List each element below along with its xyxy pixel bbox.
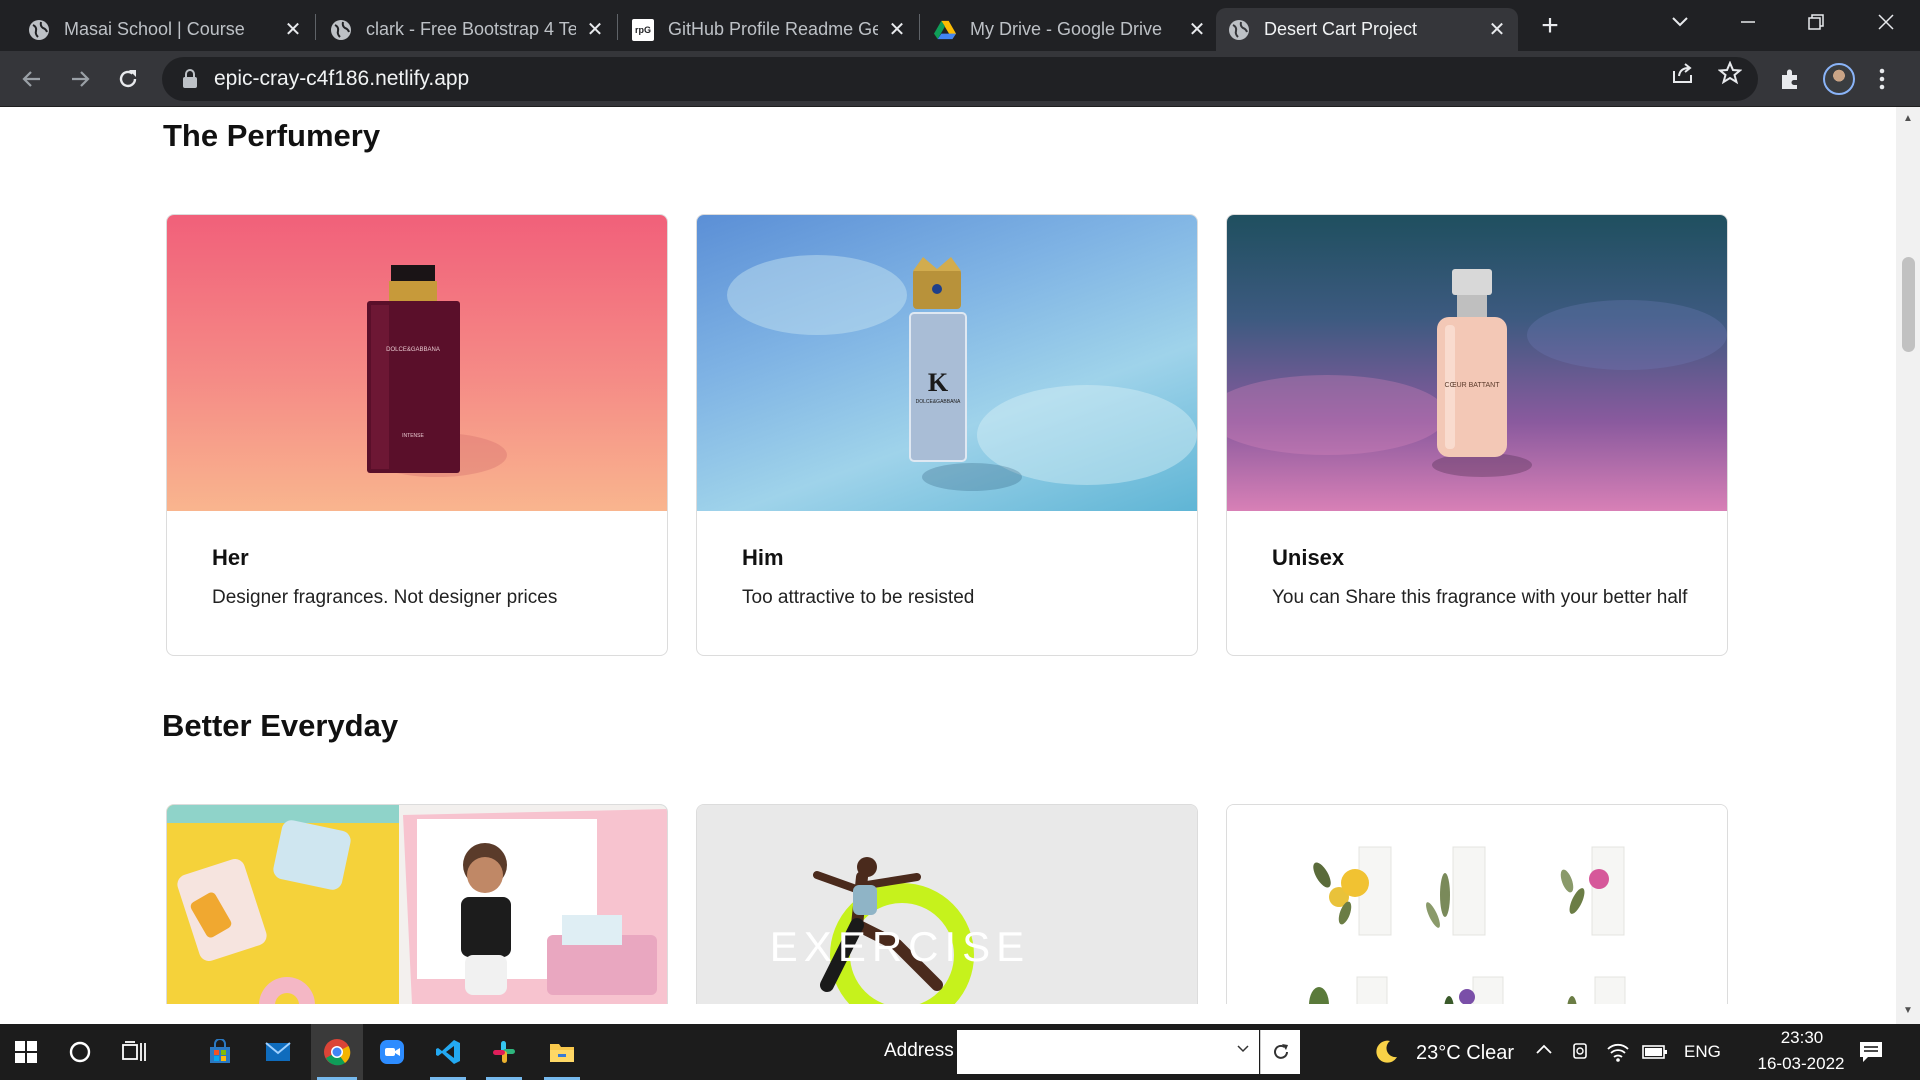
cortana-search-icon[interactable] <box>56 1024 104 1080</box>
restore-icon[interactable] <box>1786 0 1846 44</box>
language-indicator[interactable]: ENG <box>1684 1042 1721 1062</box>
baby-diapers-image <box>167 805 667 1004</box>
bottle-brand-text: CŒUR BATTANT <box>1445 382 1501 389</box>
card-text-him: Too attractive to be resisted <box>742 587 975 608</box>
window-close-icon[interactable] <box>1856 0 1916 44</box>
everyday-card-exercise[interactable]: EXERCISE <box>696 804 1198 1004</box>
wifi-icon[interactable] <box>1606 1040 1630 1064</box>
page-scrollbar[interactable]: ▲ ▼ <box>1896 107 1920 1024</box>
perfume-her-image: DOLCE&GABBANA INTENSE <box>167 215 667 511</box>
forward-arrow-icon[interactable] <box>64 63 96 95</box>
globe-icon <box>1228 19 1250 41</box>
share-icon[interactable] <box>1670 61 1696 87</box>
page-viewport: The Perfumery DOLCE&GABBANA INTENSE Her … <box>0 107 1896 1024</box>
tab-github-profile-readme[interactable]: rpG GitHub Profile Readme Ge ✕ <box>620 8 918 51</box>
globe-icon <box>28 19 50 41</box>
address-bar[interactable]: epic-cray-c4f186.netlify.app <box>162 57 1758 101</box>
perfume-card-unisex[interactable]: CŒUR BATTANT Unisex You can Share this f… <box>1226 214 1728 656</box>
close-tab-icon[interactable]: ✕ <box>1186 19 1208 41</box>
rpg-favicon: rpG <box>632 18 654 41</box>
everyday-card-herbal[interactable] <box>1226 804 1728 1004</box>
section-title-better-everyday: Better Everyday <box>162 708 399 743</box>
tab-clark-bootstrap[interactable]: clark - Free Bootstrap 4 Te ✕ <box>318 8 616 51</box>
tab-google-drive[interactable]: My Drive - Google Drive ✕ <box>922 8 1218 51</box>
card-heading-unisex: Unisex <box>1272 545 1345 570</box>
perfume-him-image: K DOLCE&GABBANA <box>697 215 1197 511</box>
tab-title: My Drive - Google Drive <box>970 19 1163 39</box>
clock-time[interactable]: 23:30 <box>1760 1028 1844 1048</box>
address-toolbar-input[interactable] <box>957 1030 1259 1074</box>
tab-search-chevron-icon[interactable] <box>1650 0 1710 44</box>
bookmark-star-icon[interactable] <box>1717 60 1743 87</box>
card-heading-him: Him <box>742 545 784 570</box>
tab-title: GitHub Profile Readme Ge <box>668 19 878 39</box>
weather-moon-icon[interactable] <box>1372 1038 1400 1066</box>
section-title-perfumery: The Perfumery <box>163 118 381 153</box>
tab-separator <box>617 14 618 40</box>
address-toolbar-label: Address <box>884 1040 954 1061</box>
address-go-refresh-icon[interactable] <box>1260 1030 1300 1074</box>
tab-desert-cart-project[interactable]: Desert Cart Project ✕ <box>1216 8 1518 51</box>
herbal-products-image <box>1227 805 1727 1004</box>
globe-icon <box>330 19 352 41</box>
perfume-card-him[interactable]: K DOLCE&GABBANA Him Too attractive to be… <box>696 214 1198 656</box>
action-center-notification-icon[interactable] <box>1858 1039 1884 1065</box>
weather-text[interactable]: 23°C Clear <box>1416 1042 1514 1065</box>
scroll-down-arrow-icon[interactable]: ▼ <box>1902 1005 1914 1017</box>
tab-separator <box>919 14 920 40</box>
perfume-card-her[interactable]: DOLCE&GABBANA INTENSE Her Designer fragr… <box>166 214 668 656</box>
scroll-up-arrow-icon[interactable]: ▲ <box>1902 113 1914 125</box>
mail-icon[interactable] <box>254 1024 302 1080</box>
close-tab-icon[interactable]: ✕ <box>886 19 908 41</box>
card-text-her: Designer fragrances. Not designer prices <box>212 587 558 608</box>
bottle-brand-text: DOLCE&GABBANA <box>916 399 961 405</box>
profile-avatar[interactable] <box>1823 63 1855 95</box>
windows-taskbar: Address 23°C Clear ENG 23:30 16-03-2022 <box>0 1024 1920 1080</box>
clock-date[interactable]: 16-03-2022 <box>1734 1054 1868 1074</box>
url-text[interactable]: epic-cray-c4f186.netlify.app <box>214 67 469 91</box>
tab-title: Masai School | Course <box>64 19 245 39</box>
slack-icon[interactable] <box>480 1024 528 1080</box>
tab-title: Desert Cart Project <box>1264 19 1418 39</box>
chrome-menu-icon[interactable] <box>1870 63 1894 95</box>
close-tab-icon[interactable]: ✕ <box>1486 19 1508 41</box>
lock-icon <box>182 69 200 89</box>
extensions-puzzle-icon[interactable] <box>1774 63 1806 95</box>
battery-icon[interactable] <box>1642 1042 1668 1062</box>
new-tab-button[interactable]: + <box>1534 11 1566 43</box>
tab-title: clark - Free Bootstrap 4 Te <box>366 19 576 39</box>
bottle-letter-text: K <box>928 368 949 397</box>
perfume-unisex-image: CŒUR BATTANT <box>1227 215 1727 511</box>
browser-tab-strip: Masai School | Course ✕ clark - Free Boo… <box>0 0 1920 51</box>
file-explorer-icon[interactable] <box>538 1024 586 1080</box>
card-heading-her: Her <box>212 545 249 570</box>
vscode-icon[interactable] <box>424 1024 472 1080</box>
chevron-down-icon[interactable] <box>1237 1040 1249 1058</box>
everyday-card-baby[interactable] <box>166 804 668 1004</box>
show-hidden-icons-chevron-icon[interactable] <box>1535 1042 1553 1060</box>
bottle-sub-text: INTENSE <box>402 433 424 439</box>
exercise-overlay-text: EXERCISE <box>770 923 1030 970</box>
reload-icon[interactable] <box>112 63 144 95</box>
browser-toolbar: epic-cray-c4f186.netlify.app <box>0 51 1920 107</box>
tab-separator <box>315 14 316 40</box>
bottle-brand-text: DOLCE&GABBANA <box>386 347 440 353</box>
scrollbar-thumb[interactable] <box>1902 257 1915 352</box>
microsoft-store-icon[interactable] <box>196 1024 244 1080</box>
close-tab-icon[interactable]: ✕ <box>584 19 606 41</box>
windows-start-icon[interactable] <box>2 1024 50 1080</box>
meet-now-icon[interactable] <box>1570 1040 1592 1064</box>
card-text-unisex: You can Share this fragrance with your b… <box>1272 587 1688 608</box>
google-drive-icon <box>934 19 956 41</box>
close-tab-icon[interactable]: ✕ <box>282 19 304 41</box>
zoom-icon[interactable] <box>368 1024 416 1080</box>
minimize-icon[interactable] <box>1718 0 1778 44</box>
chrome-taskbar-icon[interactable] <box>311 1024 363 1080</box>
task-view-icon[interactable] <box>110 1024 158 1080</box>
tab-masai-school[interactable]: Masai School | Course ✕ <box>16 8 314 51</box>
exercise-image: EXERCISE <box>697 805 1197 1004</box>
back-arrow-icon[interactable] <box>16 63 48 95</box>
